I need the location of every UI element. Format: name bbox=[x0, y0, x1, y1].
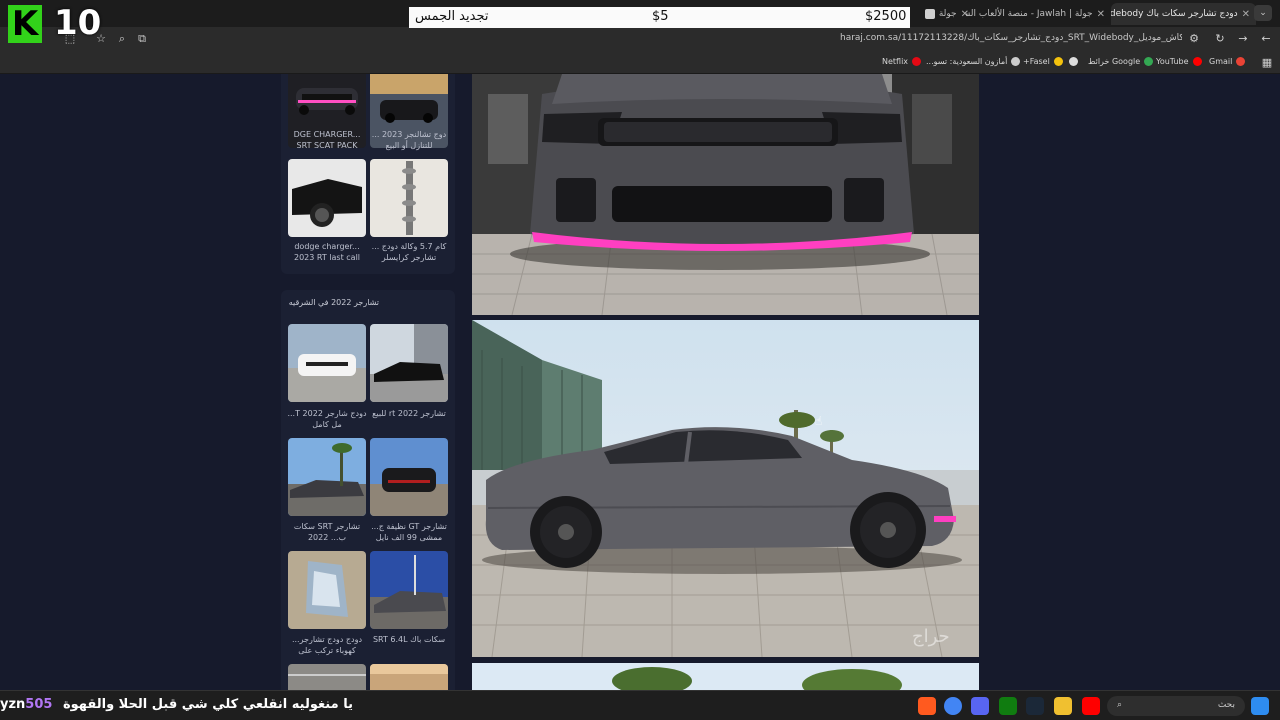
bookmark-youtube[interactable]: YouTube bbox=[1156, 57, 1202, 66]
tab-search-chevron-down-icon[interactable]: ⌄ bbox=[1254, 5, 1272, 21]
related-ad-title[interactable]: سكات باك SRT 6.4L bbox=[369, 634, 449, 645]
reload-icon[interactable]: ↻ bbox=[1212, 31, 1228, 47]
car-side-photo[interactable]: حراج bbox=[472, 320, 979, 657]
bookmark-fasel[interactable]: Fasel+ bbox=[1023, 57, 1063, 66]
chrome-icon[interactable] bbox=[944, 697, 962, 715]
section-title[interactable]: تشارجر 2022 في الشرقيه bbox=[289, 298, 379, 307]
youtube-icon[interactable] bbox=[1082, 697, 1100, 715]
related-ad-title[interactable]: تشارجر 2022 rt للبيع bbox=[369, 408, 449, 419]
svg-text:حراج: حراج bbox=[912, 626, 950, 647]
related-ad-thumb[interactable] bbox=[288, 159, 366, 237]
apps-grid-icon[interactable]: ▦ bbox=[1259, 55, 1275, 71]
bookmark-google-maps[interactable]: Google خرائط bbox=[1088, 57, 1154, 66]
donation-min: $5 bbox=[652, 9, 669, 24]
mouse-cursor-icon: ☝ bbox=[815, 414, 823, 428]
bookmarks-bar: Gmail YouTube Google خرائط Fasel+ أمازون… bbox=[0, 52, 1280, 74]
xbox-icon[interactable] bbox=[999, 697, 1017, 715]
steam-icon[interactable] bbox=[1026, 697, 1044, 715]
tab-favicon-icon bbox=[924, 9, 935, 19]
bookmark-globe[interactable] bbox=[1069, 57, 1078, 66]
amazon-icon bbox=[1011, 57, 1021, 66]
related-ad-thumb[interactable] bbox=[288, 324, 366, 402]
related-ad-thumb[interactable] bbox=[370, 551, 448, 629]
related-ad-title[interactable]: DGE CHARGER... SRT SCAT PACK bbox=[287, 129, 367, 151]
related-ad-thumb[interactable] bbox=[288, 438, 366, 516]
car-photo-3[interactable] bbox=[472, 663, 979, 690]
stream-logo-number: 10 bbox=[54, 3, 102, 43]
tab-haraj-active[interactable]: ✕ دودج تشارجر سكات باك Widebody bbox=[1111, 3, 1256, 25]
donation-goal-bar: $2500 $5 تجديد الجمس bbox=[409, 7, 910, 28]
related-ad-title[interactable]: dodge charger... 2023 RT last call bbox=[287, 241, 367, 263]
search-icon: ⌕ bbox=[1117, 700, 1123, 710]
netflix-icon bbox=[912, 57, 922, 66]
tab-jawlah-2[interactable]: ✕ جولة bbox=[905, 3, 975, 25]
screen: ✕ جولة ✕ جولة | Jawlah - منصة الألعاب ال… bbox=[0, 0, 1280, 720]
related-ad-thumb[interactable] bbox=[370, 324, 448, 402]
stream-logo: K bbox=[8, 4, 42, 44]
taskbar-search[interactable]: ⌕ بحث bbox=[1107, 696, 1245, 716]
bookmark-netflix[interactable]: Netflix bbox=[882, 57, 922, 66]
gmail-icon bbox=[1236, 57, 1246, 66]
install-app-icon[interactable]: ⧉ bbox=[134, 31, 150, 47]
windows-start-icon[interactable] bbox=[1251, 697, 1269, 715]
brave-browser-icon[interactable] bbox=[918, 697, 936, 715]
url-field[interactable]: haraj.com.sa/11172113228/دودج_تشارجر_سكا… bbox=[840, 33, 1182, 43]
chat-ticker: yzn505 يا منغوليه انقلعي كلي شي قبل الحل… bbox=[0, 697, 353, 712]
related-ad-thumb[interactable] bbox=[288, 551, 366, 629]
related-ad-title[interactable]: تشارجر SRT سكات ب... 2022 bbox=[287, 521, 367, 543]
tab-jawlah[interactable]: ✕ جولة | Jawlah - منصة الألعاب السعودية bbox=[966, 3, 1111, 25]
related-ad-title[interactable]: دوج تشالنجر 2023 ... للتنازل أو البيع bbox=[369, 129, 449, 151]
related-ad-thumb[interactable] bbox=[288, 664, 366, 690]
file-explorer-icon[interactable] bbox=[1054, 697, 1072, 715]
forward-icon[interactable]: → bbox=[1235, 31, 1251, 47]
discord-icon[interactable] bbox=[971, 697, 989, 715]
related-ad-thumb[interactable] bbox=[370, 664, 448, 690]
address-bar: ⬚ ☆ ⌕ ⧉ haraj.com.sa/11172113228/دودج_تش… bbox=[0, 27, 1280, 52]
globe-icon bbox=[1069, 57, 1078, 66]
chat-ticker-number: 505 bbox=[25, 697, 53, 712]
maps-pin-icon bbox=[1144, 57, 1154, 66]
taskbar: yzn505 يا منغوليه انقلعي كلي شي قبل الحل… bbox=[0, 690, 1280, 720]
zoom-icon[interactable]: ⌕ bbox=[114, 31, 130, 47]
page-content: DGE CHARGER... SRT SCAT PACK دوج تشالنجر… bbox=[0, 74, 1280, 690]
back-icon[interactable]: ← bbox=[1258, 31, 1274, 47]
bookmark-gmail[interactable]: Gmail bbox=[1209, 57, 1246, 66]
youtube-icon bbox=[1192, 57, 1202, 66]
bookmark-amazon[interactable]: أمازون السعودية: تسو... bbox=[926, 57, 1021, 66]
bulb-icon bbox=[1053, 57, 1063, 66]
chat-ticker-text: يا منغوليه انقلعي كلي شي قبل الحلا والقه… bbox=[62, 697, 353, 712]
close-icon[interactable]: ✕ bbox=[1242, 9, 1250, 20]
related-ad-title[interactable]: كام 5.7 وكالة دودج ... تشارجر كرايسلر bbox=[369, 241, 449, 263]
close-icon[interactable]: ✕ bbox=[1097, 9, 1105, 20]
site-settings-icon[interactable]: ⚙ bbox=[1186, 31, 1202, 47]
related-ads-sidebar: DGE CHARGER... SRT SCAT PACK دوج تشالنجر… bbox=[281, 74, 455, 690]
donation-text: تجديد الجمس bbox=[415, 9, 489, 24]
related-ad-title[interactable]: دودج شارجر 2022 T... مل كامل bbox=[287, 408, 367, 430]
donation-amount: $2500 bbox=[865, 9, 907, 24]
related-ad-thumb[interactable] bbox=[370, 438, 448, 516]
car-front-photo[interactable] bbox=[472, 74, 979, 315]
related-ad-title[interactable]: تشارجر GT نظيفة ج... ممشى 99 الف نايل bbox=[369, 521, 449, 543]
related-ad-thumb[interactable] bbox=[370, 159, 448, 237]
related-ad-title[interactable]: دودج دودج تشارجر... كهوباء تركب على bbox=[287, 634, 367, 656]
